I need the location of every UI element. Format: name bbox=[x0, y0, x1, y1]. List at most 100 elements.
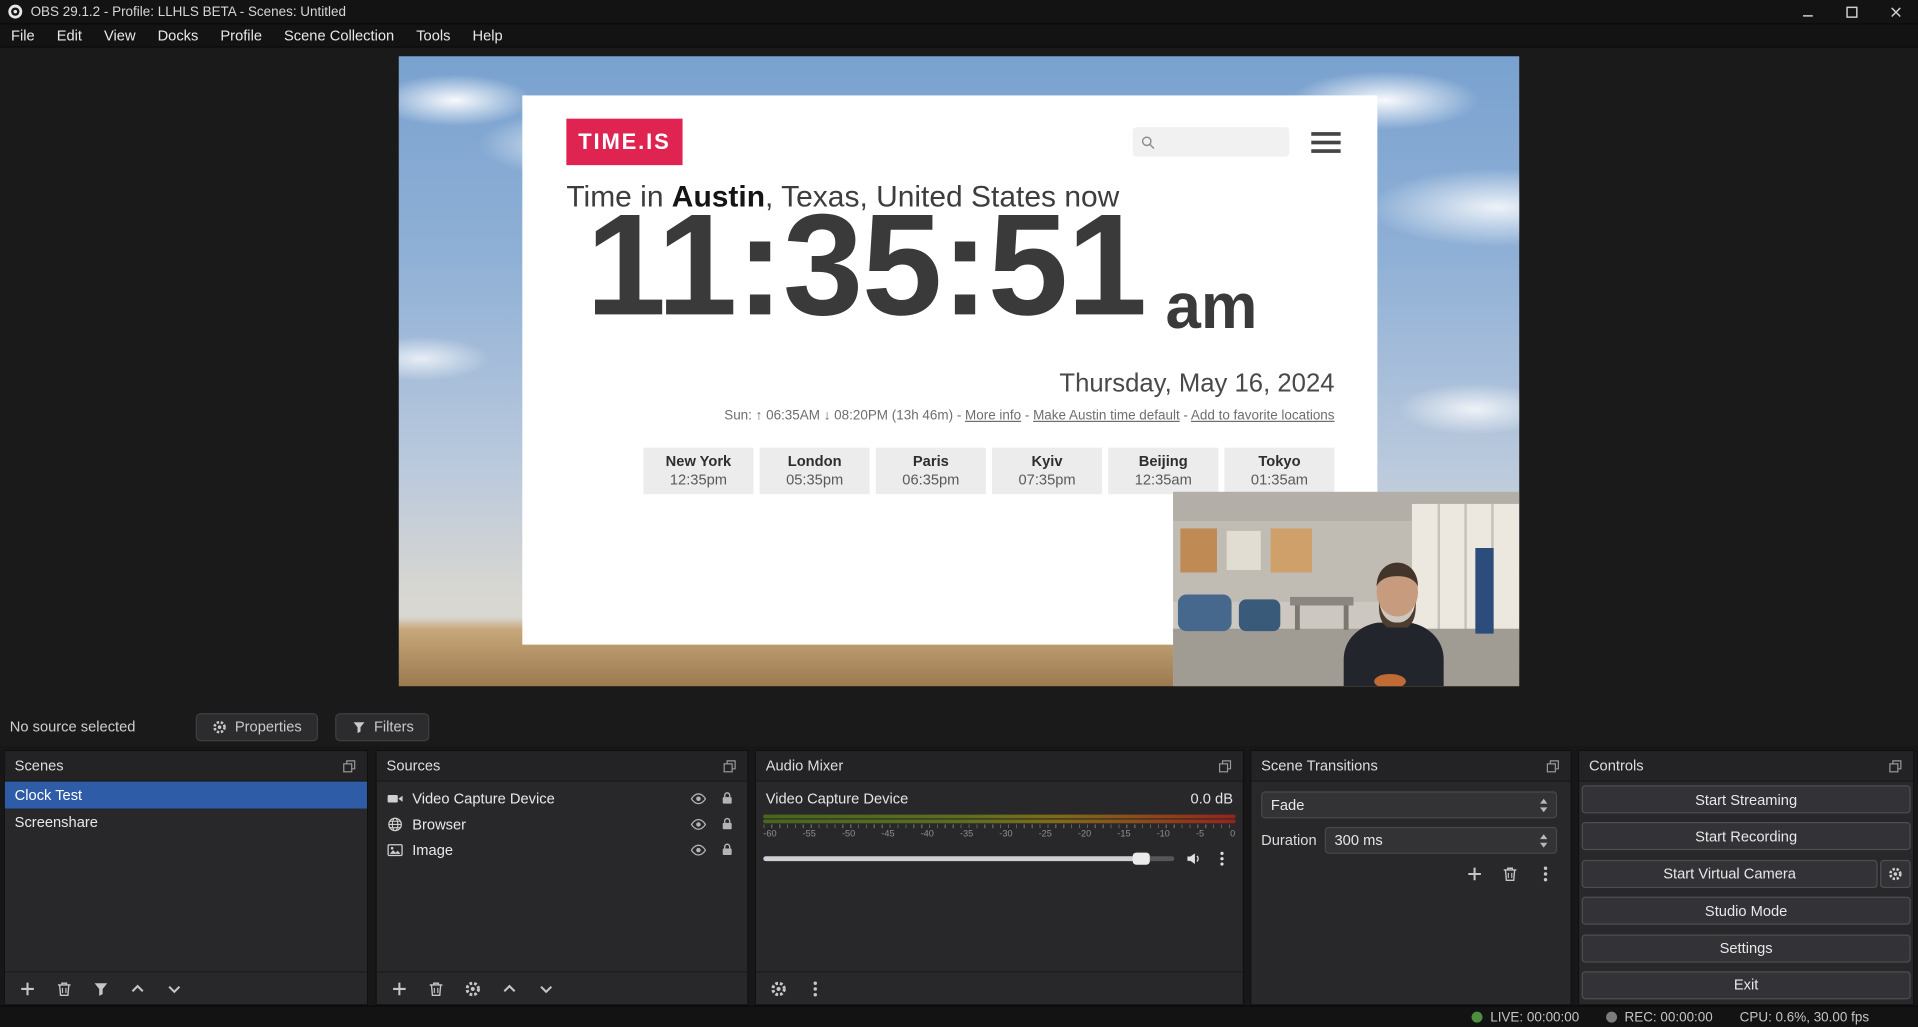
source-item-browser[interactable]: Browser bbox=[377, 811, 748, 837]
dock-area: Scenes Clock Test Screenshare Sources bbox=[0, 750, 1918, 1006]
exit-button[interactable]: Exit bbox=[1582, 971, 1911, 999]
add-transition-icon[interactable] bbox=[1465, 865, 1483, 883]
move-scene-down-icon[interactable] bbox=[165, 979, 183, 997]
sources-toolbar bbox=[377, 971, 748, 1004]
window-title: OBS 29.1.2 - Profile: LLHLS BETA - Scene… bbox=[31, 4, 346, 19]
spinner-arrows[interactable] bbox=[1540, 834, 1547, 847]
volume-slider-handle[interactable] bbox=[1133, 853, 1150, 865]
menu-view[interactable]: View bbox=[93, 27, 147, 44]
start-streaming-button[interactable]: Start Streaming bbox=[1582, 785, 1911, 813]
camera-icon bbox=[387, 790, 404, 807]
scene-preview[interactable]: TIME.IS Time in Austin, Texas, United St… bbox=[399, 56, 1519, 686]
sources-panel-header[interactable]: Sources bbox=[377, 751, 748, 782]
audio-mixer-header[interactable]: Audio Mixer bbox=[756, 751, 1243, 782]
controls-panel-header[interactable]: Controls bbox=[1579, 751, 1913, 782]
eye-icon[interactable] bbox=[690, 815, 707, 832]
start-recording-button[interactable]: Start Recording bbox=[1582, 822, 1911, 850]
start-virtual-camera-button[interactable]: Start Virtual Camera bbox=[1582, 860, 1878, 888]
scenes-toolbar bbox=[5, 971, 367, 1004]
scene-item-screenshare[interactable]: Screenshare bbox=[5, 809, 367, 836]
minimize-button[interactable] bbox=[1786, 0, 1830, 23]
menu-profile[interactable]: Profile bbox=[209, 27, 273, 44]
timeis-date: Thursday, May 16, 2024 bbox=[1059, 369, 1334, 398]
scene-filters-icon[interactable] bbox=[92, 979, 110, 997]
make-default-link: Make Austin time default bbox=[1033, 409, 1180, 424]
menu-file[interactable]: File bbox=[0, 27, 46, 44]
menu-edit[interactable]: Edit bbox=[46, 27, 93, 44]
city-card: London05:35pm bbox=[760, 448, 870, 494]
popout-icon[interactable] bbox=[341, 758, 357, 774]
city-card: Kyiv07:35pm bbox=[992, 448, 1102, 494]
popout-icon[interactable] bbox=[1545, 758, 1561, 774]
status-bar: LIVE: 00:00:00 REC: 00:00:00 CPU: 0.6%, … bbox=[0, 1005, 1918, 1027]
lock-icon[interactable] bbox=[719, 816, 735, 832]
audio-mixer-panel: Audio Mixer Video Capture Device 0.0 dB … bbox=[755, 750, 1244, 1006]
close-icon bbox=[1890, 6, 1902, 18]
properties-button[interactable]: Properties bbox=[196, 713, 318, 741]
source-properties-icon[interactable] bbox=[464, 979, 482, 997]
transition-select[interactable]: Fade bbox=[1261, 791, 1557, 818]
menu-docks[interactable]: Docks bbox=[147, 27, 210, 44]
menu-tools[interactable]: Tools bbox=[405, 27, 461, 44]
remove-source-icon[interactable] bbox=[427, 979, 445, 997]
popout-icon[interactable] bbox=[1887, 758, 1903, 774]
scene-item-clock-test[interactable]: Clock Test bbox=[5, 782, 367, 809]
eye-icon[interactable] bbox=[690, 841, 707, 858]
advanced-audio-gear-icon[interactable] bbox=[769, 979, 787, 997]
settings-button[interactable]: Settings bbox=[1582, 934, 1911, 962]
scenes-panel-header[interactable]: Scenes bbox=[5, 751, 367, 782]
add-scene-icon[interactable] bbox=[18, 979, 36, 997]
duration-input[interactable]: 300 ms bbox=[1325, 827, 1557, 854]
maximize-icon bbox=[1846, 6, 1858, 18]
studio-mode-button[interactable]: Studio Mode bbox=[1582, 897, 1911, 925]
source-item-image[interactable]: Image bbox=[377, 837, 748, 863]
volume-meter bbox=[763, 815, 1235, 824]
stream-health-icon bbox=[1472, 1012, 1483, 1023]
lock-icon[interactable] bbox=[719, 790, 735, 806]
chevron-down-icon bbox=[1540, 798, 1547, 811]
mixer-toolbar bbox=[756, 971, 1243, 1004]
rec-status: REC: 00:00:00 bbox=[1606, 1010, 1713, 1025]
timeis-search-box bbox=[1133, 127, 1290, 156]
webcam-video bbox=[1173, 492, 1519, 686]
mixer-menu-dots-icon[interactable] bbox=[806, 979, 824, 997]
world-cities: New York12:35pm London05:35pm Paris06:35… bbox=[643, 448, 1334, 494]
add-source-icon[interactable] bbox=[390, 979, 408, 997]
webcam-source bbox=[1173, 492, 1519, 686]
speaker-icon[interactable] bbox=[1185, 850, 1202, 867]
lock-icon[interactable] bbox=[719, 842, 735, 858]
cpu-fps-stats: CPU: 0.6%, 30.00 fps bbox=[1740, 1010, 1869, 1025]
preview-area: TIME.IS Time in Austin, Texas, United St… bbox=[0, 48, 1918, 746]
filters-button[interactable]: Filters bbox=[335, 713, 430, 741]
menu-help[interactable]: Help bbox=[461, 27, 513, 44]
scenes-panel: Scenes Clock Test Screenshare bbox=[4, 750, 369, 1006]
clock-ampm: am bbox=[1166, 283, 1258, 334]
volume-slider[interactable] bbox=[763, 856, 1174, 861]
maximize-button[interactable] bbox=[1830, 0, 1874, 23]
remove-transition-icon[interactable] bbox=[1501, 865, 1519, 883]
mixer-channel-level: 0.0 dB bbox=[1191, 790, 1233, 807]
image-icon bbox=[387, 841, 404, 858]
gear-icon bbox=[212, 719, 228, 735]
source-item-video-capture[interactable]: Video Capture Device bbox=[377, 785, 748, 811]
meter-scale: -60-55-50-45-40-35-30-25-20-15-10-50 bbox=[763, 828, 1235, 839]
menu-scene-collection[interactable]: Scene Collection bbox=[273, 27, 405, 44]
move-source-down-icon[interactable] bbox=[537, 979, 555, 997]
move-source-up-icon[interactable] bbox=[500, 979, 518, 997]
channel-menu-dots-icon[interactable] bbox=[1213, 850, 1230, 867]
virtual-camera-config-button[interactable] bbox=[1880, 860, 1911, 888]
transition-menu-dots-icon[interactable] bbox=[1536, 865, 1554, 883]
minimize-icon bbox=[1802, 6, 1814, 18]
city-card: Tokyo01:35am bbox=[1224, 448, 1334, 494]
timeis-logo: TIME.IS bbox=[566, 119, 682, 165]
move-scene-up-icon[interactable] bbox=[128, 979, 146, 997]
timeis-sun-line: Sun: ↑ 06:35AM ↓ 08:20PM (13h 46m) - Mor… bbox=[724, 409, 1334, 424]
remove-scene-icon[interactable] bbox=[55, 979, 73, 997]
obs-window: OBS 29.1.2 - Profile: LLHLS BETA - Scene… bbox=[0, 0, 1918, 1027]
popout-icon[interactable] bbox=[722, 758, 738, 774]
eye-icon[interactable] bbox=[690, 790, 707, 807]
popout-icon[interactable] bbox=[1217, 758, 1233, 774]
transitions-panel-header[interactable]: Scene Transitions bbox=[1251, 751, 1570, 782]
globe-icon bbox=[387, 815, 404, 832]
close-button[interactable] bbox=[1874, 0, 1918, 23]
